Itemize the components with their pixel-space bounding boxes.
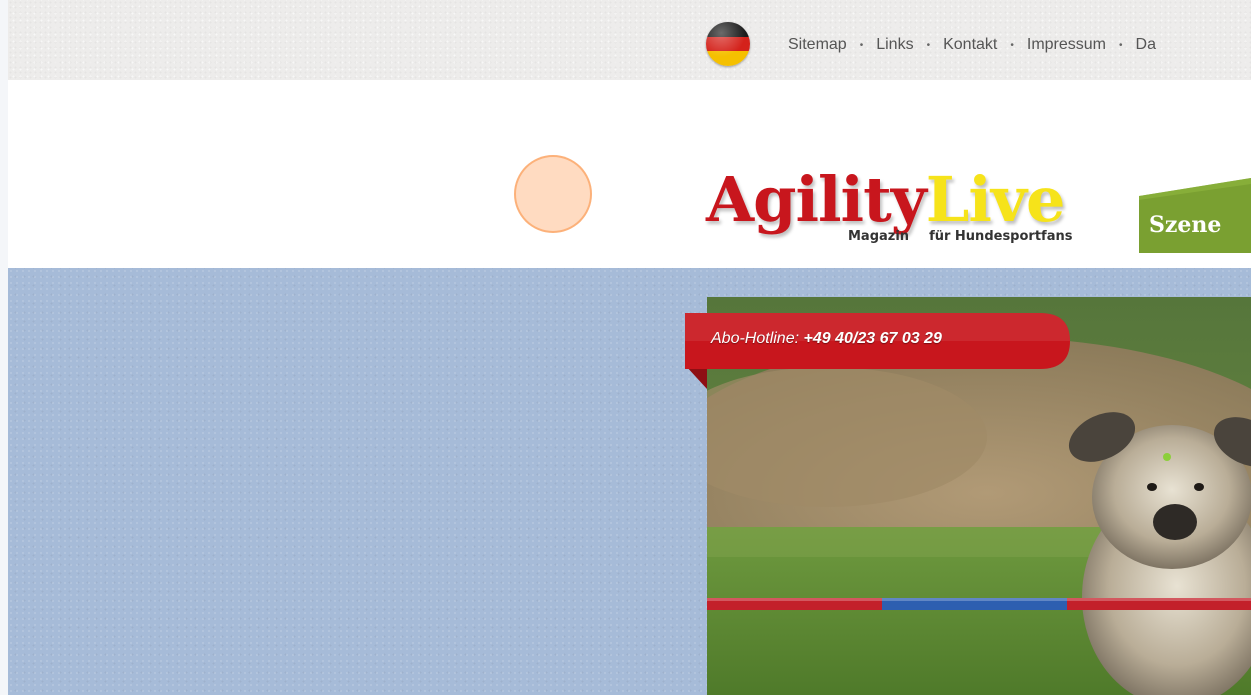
logo-tagline-2: für Hundesportfans xyxy=(929,229,1073,244)
logo-wordmark: AgilityLive xyxy=(706,160,1066,240)
nav-separator: • xyxy=(1119,39,1123,51)
site-header: AgilityLive Magazin für Hundesportfans Sz… xyxy=(8,80,1251,268)
abo-hotline-ribbon[interactable]: Abo-Hotline: +49 40/23 67 03 29 xyxy=(685,313,1070,389)
nav-link-datenschutz[interactable]: Da xyxy=(1136,36,1156,54)
nav-link-kontakt[interactable]: Kontakt xyxy=(943,36,997,54)
logo-tagline: Magazin für Hundesportfans xyxy=(848,229,1072,244)
hotline-text: Abo-Hotline: +49 40/23 67 03 29 xyxy=(711,330,942,348)
germany-flag-icon[interactable] xyxy=(706,22,750,66)
top-bar: Sitemap • Links • Kontakt • Impressum • … xyxy=(8,0,1251,80)
nav-link-links[interactable]: Links xyxy=(876,36,913,54)
logo-tagline-1: Magazin xyxy=(848,229,910,244)
nav-separator: • xyxy=(1010,39,1014,51)
cursor-highlight xyxy=(514,155,592,233)
ribbon-shape xyxy=(685,313,1070,389)
nav-separator: • xyxy=(859,39,864,51)
top-nav: Sitemap • Links • Kontakt • Impressum • … xyxy=(788,33,1156,57)
tab-label: Szene xyxy=(1149,212,1222,238)
hotline-number[interactable]: +49 40/23 67 03 29 xyxy=(804,330,942,347)
logo-word-live: Live xyxy=(925,163,1066,236)
page: Sitemap • Links • Kontakt • Impressum • … xyxy=(8,0,1251,695)
hotline-label: Abo-Hotline: xyxy=(711,330,800,347)
nav-link-impressum[interactable]: Impressum xyxy=(1027,36,1106,54)
nav-link-sitemap[interactable]: Sitemap xyxy=(788,36,847,54)
logo-word-agility: Agility xyxy=(706,163,927,236)
nav-tab-szene[interactable]: Szene xyxy=(1139,178,1251,253)
site-logo[interactable]: AgilityLive Magazin für Hundesportfans xyxy=(706,160,1106,255)
nav-separator: • xyxy=(926,39,931,51)
